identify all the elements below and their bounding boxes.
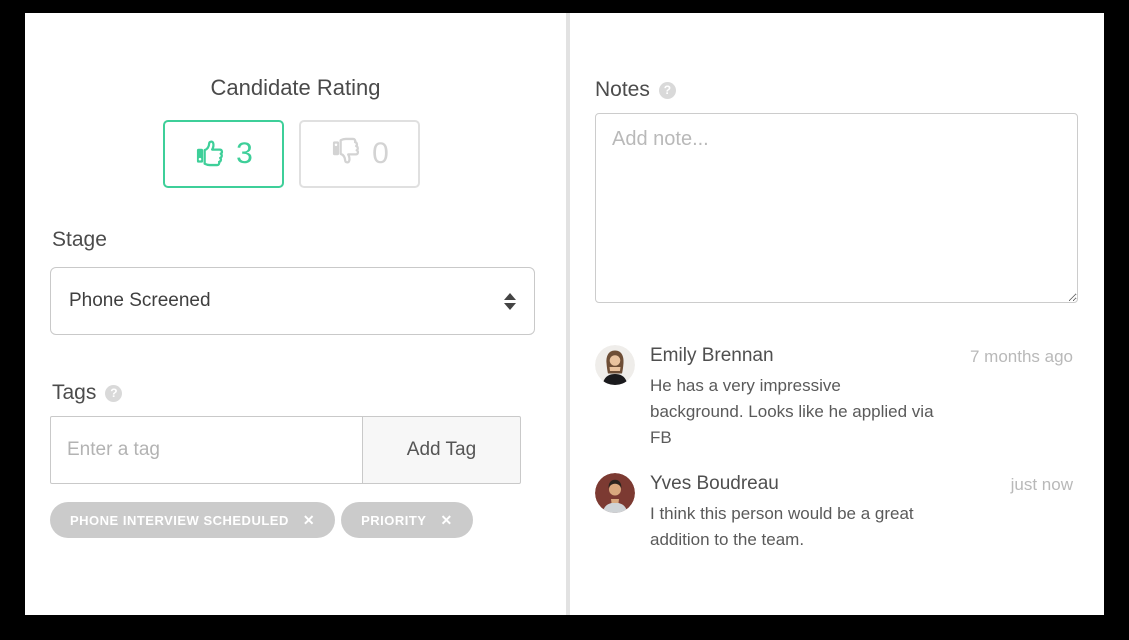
tags-label: Tags ? — [52, 381, 122, 405]
yves-avatar — [595, 473, 635, 513]
note-body: Yves Boudreau I think this person would … — [650, 473, 1073, 553]
tag-pill-row: PHONE INTERVIEW SCHEDULED ✕ PRIORITY ✕ — [50, 502, 473, 538]
select-spinner-icon — [504, 293, 516, 310]
tag-pill-label: PRIORITY — [361, 513, 426, 528]
stage-select[interactable]: Phone Screened — [50, 267, 535, 335]
tags-label-text: Tags — [52, 381, 96, 405]
help-icon[interactable]: ? — [659, 82, 676, 99]
thumbs-up-button[interactable]: 3 — [163, 120, 284, 188]
thumbs-down-count: 0 — [372, 139, 389, 169]
tag-pill[interactable]: PRIORITY ✕ — [341, 502, 473, 538]
close-icon[interactable]: ✕ — [440, 513, 452, 527]
note-text: He has a very impressive background. Loo… — [650, 373, 938, 451]
help-icon[interactable]: ? — [105, 385, 122, 402]
note-timestamp: just now — [1011, 475, 1073, 495]
tag-pill[interactable]: PHONE INTERVIEW SCHEDULED ✕ — [50, 502, 335, 538]
close-icon[interactable]: ✕ — [303, 513, 315, 527]
rating-stage-tags-panel: Candidate Rating 3 — [25, 13, 566, 615]
note-author: Yves Boudreau — [650, 473, 1073, 495]
stage-label: Stage — [52, 228, 107, 252]
notes-panel: Notes ? Emily Brennan He has a very impr… — [570, 13, 1104, 615]
note-item: Emily Brennan He has a very impressive b… — [595, 345, 1073, 451]
thumbs-down-icon — [330, 136, 362, 173]
note-text: I think this person would be a great add… — [650, 501, 938, 553]
note-item: Yves Boudreau I think this person would … — [595, 473, 1073, 553]
tag-pill-label: PHONE INTERVIEW SCHEDULED — [70, 513, 289, 528]
rating-buttons: 3 0 — [163, 120, 420, 188]
add-tag-button[interactable]: Add Tag — [362, 416, 521, 484]
candidate-rating-title: Candidate Rating — [25, 75, 566, 101]
notes-label-text: Notes — [595, 78, 650, 102]
tag-input[interactable] — [50, 416, 363, 484]
tag-entry-row: Add Tag — [50, 416, 521, 484]
stage-label-text: Stage — [52, 228, 107, 252]
thumbs-up-icon — [194, 136, 226, 173]
emily-avatar — [595, 345, 635, 385]
candidate-detail-card: Candidate Rating 3 — [25, 13, 1104, 615]
note-timestamp: 7 months ago — [970, 347, 1073, 367]
add-note-textarea[interactable] — [595, 113, 1078, 303]
thumbs-down-button[interactable]: 0 — [299, 120, 420, 188]
stage-selected-value: Phone Screened — [69, 290, 211, 312]
notes-label: Notes ? — [595, 78, 676, 102]
thumbs-up-count: 3 — [236, 139, 253, 169]
